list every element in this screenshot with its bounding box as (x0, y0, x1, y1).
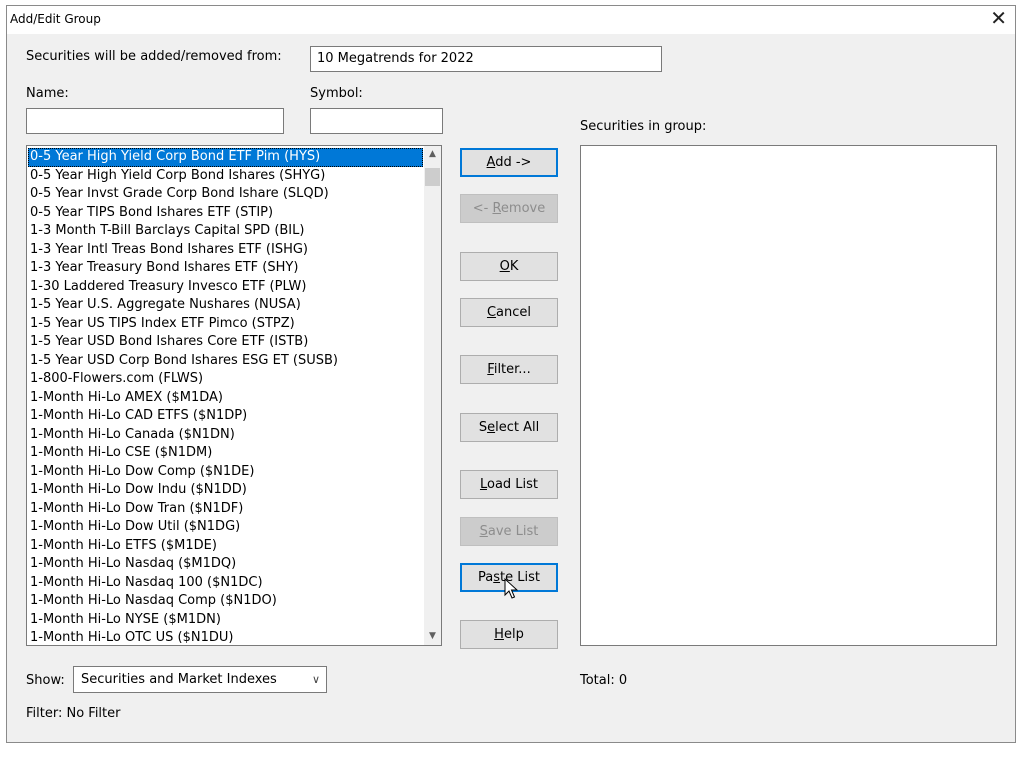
list-item[interactable]: 1-Month Hi-Lo OTC US ($N1DU) (28, 629, 423, 645)
symbol-input[interactable] (310, 108, 443, 134)
list-item[interactable]: 1-Month Hi-Lo Nasdaq Comp ($N1DO) (28, 592, 423, 611)
target-group-label: Securities will be added/removed from: (26, 49, 282, 64)
window-title: Add/Edit Group (10, 12, 101, 26)
ok-button[interactable]: OK (460, 252, 558, 281)
list-item[interactable]: 1-Month Hi-Lo Dow Tran ($N1DF) (28, 500, 423, 519)
list-item[interactable]: 1-Month Hi-Lo CAD ETFS ($N1DP) (28, 407, 423, 426)
close-icon[interactable]: ✕ (990, 8, 1007, 28)
list-item[interactable]: 1-Month Hi-Lo Nasdaq 100 ($N1DC) (28, 574, 423, 593)
list-item[interactable]: 0-5 Year High Yield Corp Bond Ishares (S… (28, 167, 423, 186)
filter-button[interactable]: Filter... (460, 355, 558, 384)
add-button-label-post: dd -> (495, 155, 532, 170)
list-item[interactable]: 1-Month Hi-Lo AMEX ($M1DA) (28, 389, 423, 408)
group-securities-listbox[interactable] (580, 145, 997, 646)
scroll-up-icon[interactable]: ▲ (424, 146, 441, 163)
remove-button-label-post: emove (500, 201, 546, 216)
list-item[interactable]: 1-3 Year Treasury Bond Ishares ETF (SHY) (28, 259, 423, 278)
list-item[interactable]: 1-3 Year Intl Treas Bond Ishares ETF (IS… (28, 241, 423, 260)
name-label: Name: (26, 86, 69, 101)
add-button-label-key: A (486, 155, 496, 170)
save-list-button[interactable]: Save List (460, 517, 558, 546)
add-button[interactable]: Add -> (460, 148, 558, 177)
cancel-button-label-key: C (486, 305, 497, 320)
scroll-down-icon[interactable]: ▼ (424, 628, 441, 645)
list-item[interactable]: 1-Month Hi-Lo CSE ($N1DM) (28, 444, 423, 463)
paste-list-button-label-pre: Pa (478, 570, 494, 585)
load-list-button-label-key: L (479, 477, 487, 492)
mouse-pointer-icon (504, 578, 518, 599)
filter-status: Filter: No Filter (26, 706, 121, 721)
show-label: Show: (26, 673, 65, 688)
ok-button-label-key: O (499, 259, 510, 274)
help-button-label-post: elp (503, 627, 524, 642)
total-count: Total: 0 (580, 673, 628, 688)
list-item[interactable]: 1-3 Month T-Bill Barclays Capital SPD (B… (28, 222, 423, 241)
symbol-label: Symbol: (310, 86, 363, 101)
help-button[interactable]: Help (460, 620, 558, 649)
show-dropdown[interactable]: Securities and Market Indexes ∨ (73, 666, 327, 693)
select-all-button-label-post: lect All (495, 420, 540, 435)
list-item[interactable]: 1-Month Hi-Lo Dow Comp ($N1DE) (28, 463, 423, 482)
title-bar: Add/Edit Group ✕ (7, 6, 1015, 34)
select-all-button[interactable]: Select All (460, 413, 558, 442)
load-list-button-label-post: oad List (486, 477, 539, 492)
list-item[interactable]: 1-Month Hi-Lo Canada ($N1DN) (28, 426, 423, 445)
list-item[interactable]: 1-Month Hi-Lo Dow Util ($N1DG) (28, 518, 423, 537)
save-list-button-label-key: S (479, 524, 488, 539)
show-dropdown-value: Securities and Market Indexes (81, 672, 277, 687)
remove-button[interactable]: <- Remove (460, 194, 558, 223)
remove-button-label-pre: <- (472, 201, 493, 216)
ok-button-label-post: K (509, 259, 519, 274)
paste-list-button-label-key: s (493, 570, 501, 585)
list-item[interactable]: 0-5 Year Invst Grade Corp Bond Ishare (S… (28, 185, 423, 204)
chevron-down-icon: ∨ (311, 673, 320, 686)
list-item[interactable]: 1-30 Laddered Treasury Invesco ETF (PLW) (28, 278, 423, 297)
add-edit-group-dialog: Add/Edit Group ✕ Securities will be adde… (6, 5, 1016, 743)
select-all-button-label-key: e (487, 420, 496, 435)
securities-list-items: 0-5 Year High Yield Corp Bond ETF Pim (H… (28, 148, 423, 645)
cancel-button-label-post: ancel (496, 305, 532, 320)
list-item[interactable]: 1-5 Year US TIPS Index ETF Pimco (STPZ) (28, 315, 423, 334)
scroll-thumb[interactable] (425, 168, 440, 186)
securities-in-group-label: Securities in group: (580, 119, 707, 134)
list-item[interactable]: 0-5 Year High Yield Corp Bond ETF Pim (H… (28, 148, 423, 167)
filter-button-label-post: ilter... (493, 362, 531, 377)
save-list-button-label-post: ave List (487, 524, 539, 539)
list-item[interactable]: 1-5 Year U.S. Aggregate Nushares (NUSA) (28, 296, 423, 315)
help-button-label-key: H (494, 627, 504, 642)
list-item[interactable]: 1-Month Hi-Lo ETFS ($M1DE) (28, 537, 423, 556)
name-input[interactable] (26, 108, 284, 134)
list-item[interactable]: 1-Month Hi-Lo Nasdaq ($M1DQ) (28, 555, 423, 574)
select-all-button-label-pre: S (478, 420, 488, 435)
list-item[interactable]: 1-5 Year USD Bond Ishares Core ETF (ISTB… (28, 333, 423, 352)
target-group-field[interactable]: 10 Megatrends for 2022 (310, 46, 662, 72)
remove-button-label-key: R (492, 201, 501, 216)
cancel-button[interactable]: Cancel (460, 298, 558, 327)
list-item[interactable]: 1-5 Year USD Corp Bond Ishares ESG ET (S… (28, 352, 423, 371)
securities-listbox[interactable]: 0-5 Year High Yield Corp Bond ETF Pim (H… (26, 145, 442, 646)
list-item[interactable]: 1-Month Hi-Lo Dow Indu ($N1DD) (28, 481, 423, 500)
load-list-button[interactable]: Load List (460, 470, 558, 499)
list-item[interactable]: 0-5 Year TIPS Bond Ishares ETF (STIP) (28, 204, 423, 223)
securities-list-scrollbar[interactable]: ▲ ▼ (424, 146, 441, 645)
list-item[interactable]: 1-800-Flowers.com (FLWS) (28, 370, 423, 389)
list-item[interactable]: 1-Month Hi-Lo NYSE ($M1DN) (28, 611, 423, 630)
